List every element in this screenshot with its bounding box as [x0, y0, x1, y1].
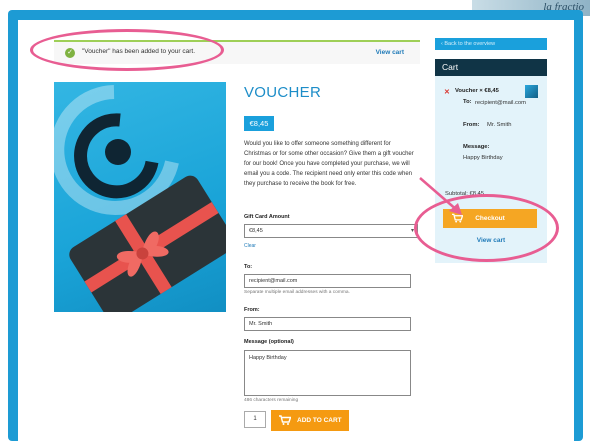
add-to-cart-label: ADD TO CART: [297, 417, 342, 424]
to-email-field[interactable]: recipient@mail.com: [244, 274, 411, 288]
cart-message-label: Message:: [463, 144, 490, 150]
quantity-input[interactable]: 1: [244, 411, 266, 428]
clear-link[interactable]: Clear: [244, 243, 256, 249]
to-help-text: Separate multiple email addresses with a…: [244, 290, 350, 295]
cart-from-value: Mr. Smith: [487, 122, 512, 128]
cart-to-value: recipient@mail.com: [475, 100, 526, 106]
message-label: Message (optional): [244, 339, 294, 345]
gift-card-amount-select[interactable]: €8,45 ▾: [244, 224, 418, 238]
remove-item-icon[interactable]: ✕: [444, 88, 450, 96]
from-field[interactable]: Mr. Smith: [244, 317, 411, 331]
cart-icon: [279, 415, 291, 425]
back-label: Back to the overview: [444, 41, 496, 47]
annotation-arrow-icon: [419, 177, 462, 215]
cart-item-thumbnail: [525, 85, 538, 98]
cart-item-name[interactable]: Voucher × €8,45: [455, 88, 499, 94]
cart-from-label: From:: [463, 122, 480, 128]
cart-message-value: Happy Birthday: [463, 155, 503, 161]
gift-card-illustration: [54, 85, 226, 312]
notice-highlight-ellipse: [30, 29, 224, 71]
gift-card-amount-value: €8,45: [249, 228, 263, 234]
from-label: From:: [244, 307, 260, 313]
to-label: To:: [244, 264, 253, 270]
cart-to-label: To:: [463, 99, 472, 105]
product-title: VOUCHER: [244, 84, 322, 101]
add-to-cart-button[interactable]: ADD TO CART: [271, 410, 349, 431]
gift-card-image: [54, 82, 226, 312]
message-textarea[interactable]: Happy Birthday: [244, 350, 411, 396]
cart-title: Cart: [435, 59, 547, 76]
price-badge: €8,45: [244, 116, 274, 131]
message-help-text: 486 characters remaining: [244, 398, 299, 403]
gift-card-amount-label: Gift Card Amount: [244, 214, 290, 220]
back-to-overview-button[interactable]: ‹ Back to the overview: [435, 38, 547, 50]
view-cart-link[interactable]: View cart: [376, 49, 404, 56]
product-description: Would you like to offer someone somethin…: [244, 141, 414, 187]
